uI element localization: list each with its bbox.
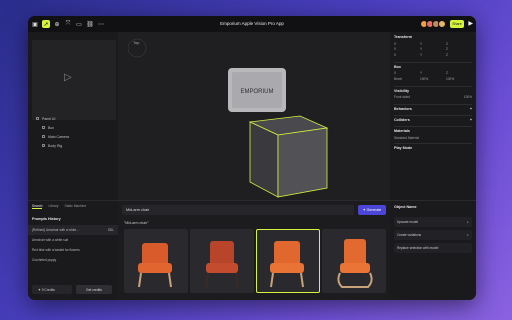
play-icon[interactable]: ▷ xyxy=(64,72,72,83)
results-label: "Mid-arm chair" xyxy=(124,221,149,225)
share-button[interactable]: Share xyxy=(450,20,464,28)
prompt-item[interactable]: Armchair with a white suit xyxy=(28,235,118,245)
collaborator-avatars xyxy=(420,20,446,28)
result-thumbnail[interactable] xyxy=(322,229,386,293)
camera-preview: ▷ xyxy=(32,40,116,120)
credits-badge: ✦ 9 Credits xyxy=(32,285,72,294)
view-label: Top xyxy=(133,40,140,45)
object-name-title: Object Name xyxy=(394,205,417,209)
outline-item[interactable]: Body Rig xyxy=(32,141,116,150)
visibility-row[interactable]: Front sided 100% xyxy=(394,95,472,101)
chair-icon xyxy=(270,241,304,288)
more-icon[interactable]: ⋯ xyxy=(97,20,105,28)
wand-icon: ✦ xyxy=(38,287,41,292)
upscale-model-button[interactable]: Upscale model ◐ xyxy=(394,217,472,227)
chair-icon xyxy=(138,243,172,288)
layer-icon xyxy=(42,144,45,147)
cube-icon[interactable]: ▣ xyxy=(31,20,39,28)
generation-panel: Mid-arm chair ✦ Generate "Mid-arm chair" xyxy=(118,200,390,300)
app-window: ▣ ➚ ⊕ ⤧ ▭ ⛓ ⋯ Emporium Apple Vision Pro … xyxy=(28,16,476,300)
box-size-row[interactable]: XYZ xyxy=(394,71,472,77)
object-actions-panel: Object Name Upscale model ◐ Create variat… xyxy=(390,200,476,300)
left-panel: ▷ Panel UI Box Main Camera Body Rig xyxy=(28,32,118,200)
tab-static-machine[interactable]: Static Machine xyxy=(65,204,87,208)
prompt-panel: Search Library Static Machine Prompts Hi… xyxy=(28,200,118,300)
3d-viewport[interactable]: Top EMPORIUM xyxy=(118,32,390,200)
play-mode-heading[interactable]: Play Mode xyxy=(394,146,472,152)
layer-icon xyxy=(42,126,45,129)
app-title: Emporium Apple Vision Pro App xyxy=(220,21,284,26)
play-icon[interactable]: ▶ xyxy=(468,20,473,27)
prompt-item[interactable]: (Refined) Armchair with a white... SDL xyxy=(28,225,118,235)
toggle-icon: ◐ xyxy=(467,233,469,237)
generate-button[interactable]: ✦ Generate xyxy=(358,205,386,215)
result-thumbnail[interactable] xyxy=(190,229,254,293)
colliders-heading[interactable]: Colliders + xyxy=(394,118,472,124)
get-credits-button[interactable]: Get credits xyxy=(76,285,112,294)
cursor-icon[interactable]: ➚ xyxy=(42,20,50,28)
sign-panel[interactable]: EMPORIUM xyxy=(228,68,286,112)
transform-icon[interactable]: ⤧ xyxy=(64,20,72,28)
chair-icon xyxy=(337,239,373,288)
chat-icon[interactable]: ▭ xyxy=(75,20,83,28)
plus-circle-icon[interactable]: ⊕ xyxy=(53,20,61,28)
scene-outline: Panel UI Box Main Camera Body Rig xyxy=(32,114,116,150)
results-grid xyxy=(124,229,388,293)
box-object[interactable] xyxy=(248,115,329,198)
behaviors-heading[interactable]: Behaviors + xyxy=(394,107,472,113)
avatar[interactable] xyxy=(438,20,446,28)
prompt-item[interactable]: Crocheted puppy xyxy=(28,255,118,265)
toggle-icon: ◐ xyxy=(467,220,469,224)
position-row[interactable]: XYZ xyxy=(394,41,472,47)
layer-icon xyxy=(36,117,39,120)
bevel-row[interactable]: Bevel 100% 100% xyxy=(394,76,472,82)
result-thumbnail[interactable] xyxy=(124,229,188,293)
inspector-panel: Transform XYZ XYZ XYZ Box XYZ Bevel 100% 1… xyxy=(390,32,476,200)
chair-icon xyxy=(205,241,239,288)
link-icon[interactable]: ⛓ xyxy=(86,20,94,28)
bottom-tabs: Search Library Static Machine xyxy=(28,201,118,211)
layer-icon xyxy=(42,135,45,138)
svg-text:EMPORIUM: EMPORIUM xyxy=(241,89,274,95)
search-input[interactable]: Mid-arm chair xyxy=(122,205,354,215)
result-thumbnail-selected[interactable] xyxy=(256,229,320,293)
tab-library[interactable]: Library xyxy=(48,204,58,208)
tab-search[interactable]: Search xyxy=(32,204,43,209)
material-item[interactable]: Standard Material xyxy=(394,135,472,141)
outline-item[interactable]: Box xyxy=(32,123,116,132)
prompt-history-title: Prompts History xyxy=(32,217,61,221)
scene-canvas: Top EMPORIUM xyxy=(127,38,329,198)
outline-item[interactable]: Panel UI xyxy=(32,114,116,123)
scale-row[interactable]: XYZ xyxy=(394,52,472,58)
outline-item[interactable]: Main Camera xyxy=(32,132,116,141)
replace-selection-button[interactable]: Replace selection with model xyxy=(394,243,472,253)
sparkle-icon: ✦ xyxy=(362,208,366,212)
rotation-row[interactable]: XYZ xyxy=(394,47,472,53)
create-variations-button[interactable]: Create variations ◐ xyxy=(394,230,472,240)
top-bar: ▣ ➚ ⊕ ⤧ ▭ ⛓ ⋯ Emporium Apple Vision Pro … xyxy=(28,16,476,32)
prompt-item[interactable]: Red bike with a basket for flowers xyxy=(28,245,118,255)
